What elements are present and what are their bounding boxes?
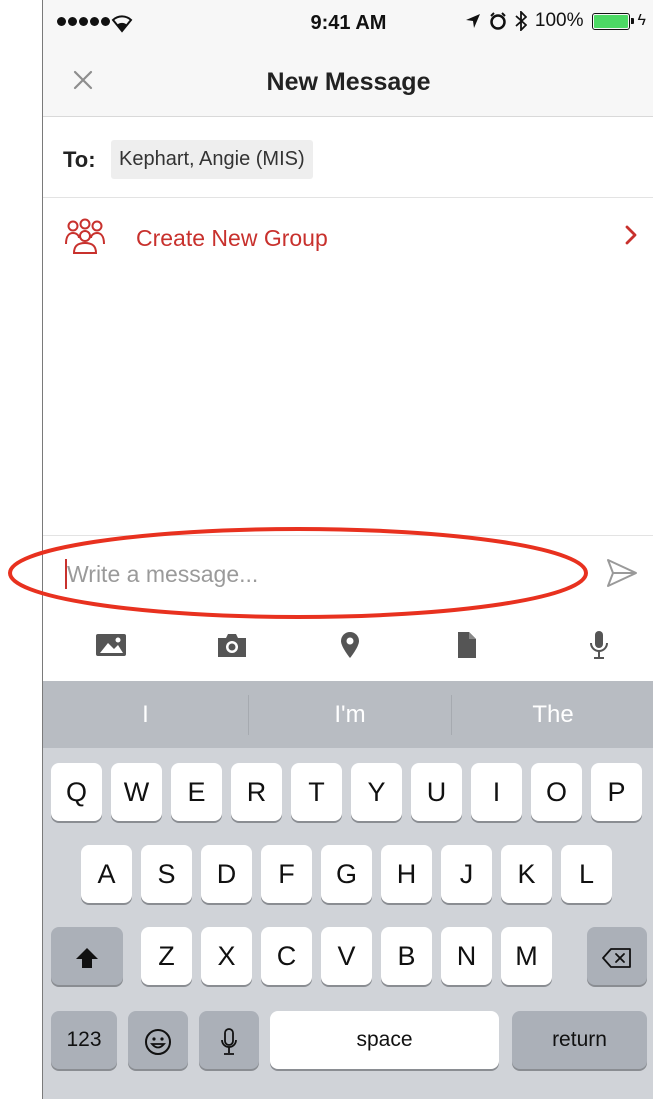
backspace-icon xyxy=(602,947,631,968)
group-icon xyxy=(65,218,105,254)
to-label: To: xyxy=(63,147,96,172)
emoji-key[interactable] xyxy=(128,1011,188,1069)
key-p[interactable]: P xyxy=(591,763,642,821)
key-c[interactable]: C xyxy=(261,927,312,985)
return-key[interactable]: return xyxy=(512,1011,647,1069)
key-k[interactable]: K xyxy=(501,845,552,903)
key-s[interactable]: S xyxy=(141,845,192,903)
space-key[interactable]: space xyxy=(270,1011,499,1069)
recipient-row: To: Kephart, Angie (MIS) xyxy=(43,117,653,198)
key-w[interactable]: W xyxy=(111,763,162,821)
key-v[interactable]: V xyxy=(321,927,372,985)
location-arrow-icon xyxy=(465,14,480,28)
message-input[interactable] xyxy=(67,554,587,594)
keyboard: I I'm The Q W E R T Y U I O P A S D F G … xyxy=(43,681,653,1099)
battery-icon xyxy=(591,12,634,30)
recipient-chip[interactable]: Kephart, Angie (MIS) xyxy=(111,140,313,179)
document-icon[interactable] xyxy=(446,629,486,661)
suggestion-3[interactable]: The xyxy=(452,681,653,748)
navigation-bar: New Message xyxy=(43,46,653,117)
chevron-right-icon xyxy=(625,225,637,245)
camera-icon[interactable] xyxy=(212,629,252,661)
key-b[interactable]: B xyxy=(381,927,432,985)
key-e[interactable]: E xyxy=(171,763,222,821)
create-new-group-button[interactable]: Create New Group xyxy=(43,198,653,276)
key-f[interactable]: F xyxy=(261,845,312,903)
key-g[interactable]: G xyxy=(321,845,372,903)
key-j[interactable]: J xyxy=(441,845,492,903)
key-y[interactable]: Y xyxy=(351,763,402,821)
key-t[interactable]: T xyxy=(291,763,342,821)
charging-bolt-icon: ϟ xyxy=(637,12,646,29)
shift-arrow-icon xyxy=(76,947,98,968)
location-pin-icon[interactable] xyxy=(330,629,370,661)
create-new-group-label: Create New Group xyxy=(136,225,328,251)
page-title: New Message xyxy=(266,68,431,96)
key-o[interactable]: O xyxy=(531,763,582,821)
suggestion-2[interactable]: I'm xyxy=(249,681,451,748)
key-a[interactable]: A xyxy=(81,845,132,903)
key-l[interactable]: L xyxy=(561,845,612,903)
battery-percent: 100% xyxy=(534,10,584,31)
attachment-toolbar xyxy=(43,607,653,681)
dictation-key[interactable] xyxy=(199,1011,259,1069)
key-z[interactable]: Z xyxy=(141,927,192,985)
status-bar: 9:41 AM 100% ϟ xyxy=(43,0,653,46)
status-indicators: 100% ϟ xyxy=(465,10,646,32)
key-h[interactable]: H xyxy=(381,845,432,903)
shift-key[interactable] xyxy=(51,927,123,985)
delete-key[interactable] xyxy=(587,927,647,985)
emoji-icon xyxy=(145,1028,171,1055)
predictive-bar: I I'm The xyxy=(43,681,653,748)
message-composer xyxy=(43,535,653,608)
key-x[interactable]: X xyxy=(201,927,252,985)
key-q[interactable]: Q xyxy=(51,763,102,821)
key-m[interactable]: M xyxy=(501,927,552,985)
microphone-icon xyxy=(221,1027,237,1055)
key-u[interactable]: U xyxy=(411,763,462,821)
phone-screen: 9:41 AM 100% ϟ New Message To: Kephart, … xyxy=(42,0,653,1099)
key-n[interactable]: N xyxy=(441,927,492,985)
key-i[interactable]: I xyxy=(471,763,522,821)
key-d[interactable]: D xyxy=(201,845,252,903)
alarm-icon xyxy=(490,12,506,30)
send-icon[interactable] xyxy=(604,556,640,590)
microphone-icon[interactable] xyxy=(579,629,619,661)
image-icon[interactable] xyxy=(91,629,131,661)
key-r[interactable]: R xyxy=(231,763,282,821)
suggestion-1[interactable]: I xyxy=(43,681,248,748)
bluetooth-icon xyxy=(515,11,527,31)
numbers-key[interactable]: 123 xyxy=(51,1011,117,1069)
